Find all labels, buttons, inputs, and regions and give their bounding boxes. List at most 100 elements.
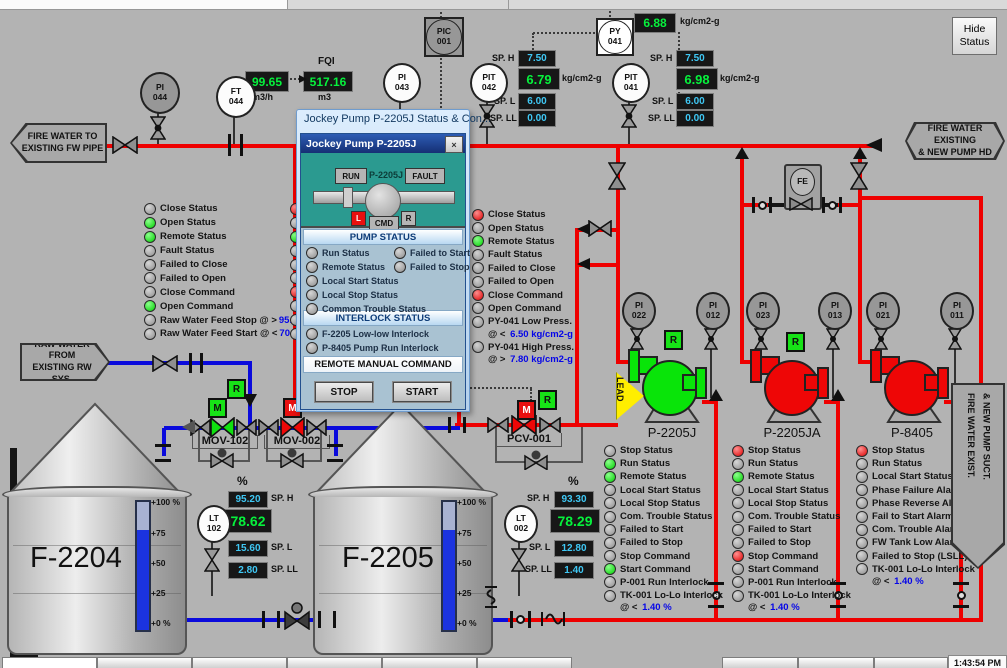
p2205j-status-list: Stop StatusRun StatusRemote StatusLocal … [604, 444, 730, 614]
pipe-right-header [860, 196, 983, 200]
gauge-tick-label: +75 [457, 528, 471, 538]
instrument-pic-001[interactable]: PIC 001 [424, 17, 464, 57]
sp-label: SP. LL [525, 564, 552, 574]
valve-icon[interactable] [608, 162, 626, 190]
instrument-ft-044[interactable]: FT 044 [216, 76, 256, 118]
flow-label-line: RAW WATER FROM [22, 339, 102, 362]
instrument-tag: 021 [876, 311, 890, 321]
status-row: Close Command [472, 288, 600, 301]
status-label: Open Command [488, 303, 561, 314]
percent-label: % [568, 474, 579, 488]
valve-icon[interactable] [850, 162, 868, 190]
valve-icon[interactable] [258, 419, 279, 436]
instrument-pi-012[interactable]: PI012 [696, 292, 730, 330]
flange-icon [318, 611, 336, 628]
status-lamp-gray [472, 222, 484, 234]
nav-button[interactable] [722, 657, 798, 668]
status-lamp-green [604, 458, 616, 470]
pv-value: 6.79 [526, 72, 551, 87]
py041-pressure-display: 6.88 [634, 13, 676, 33]
valve-icon[interactable] [236, 419, 257, 436]
sp-label: SP. H [527, 493, 549, 503]
nav-button[interactable] [287, 657, 382, 668]
instrument-pi-044[interactable]: PI 044 [140, 72, 180, 114]
valve-icon[interactable] [152, 355, 178, 372]
status-setpoint-value: 6.50 kg/cm2-g [510, 329, 573, 340]
hide-status-button[interactable]: Hide Status [952, 17, 997, 55]
popup-inner-window: Jockey Pump P-2205J × RUN P-2205J FAULT … [300, 133, 466, 410]
status-lamp-gray [732, 524, 744, 536]
instrument-pi-022[interactable]: PI022 [622, 292, 656, 330]
hmi-screen: Hide Status [0, 0, 1007, 668]
nav-button[interactable] [97, 657, 192, 668]
status-label: Local Stop Status [322, 290, 398, 300]
status-sublabel: @ < 1.40 % [872, 576, 982, 588]
signal-arrow [299, 75, 307, 83]
nav-button[interactable] [477, 657, 572, 668]
status-label: Failed to Stop [620, 537, 683, 548]
sp-value: 15.60 [235, 543, 260, 554]
status-label: P-8405 Pump Run Interlock [322, 343, 439, 353]
sp-low-display: 6.00 [518, 93, 556, 110]
status-lamp-gray [732, 563, 744, 575]
popup-pump-status-left: Run StatusRemote StatusLocal Start Statu… [306, 246, 398, 316]
nav-button[interactable] [874, 657, 948, 668]
pump-p2205j[interactable] [626, 348, 714, 424]
status-row: Local Stop Status [604, 497, 730, 510]
status-lamp-gray [732, 484, 744, 496]
valve-icon[interactable] [112, 136, 138, 154]
flow-label-line: & NEW PUMP SUCT. [980, 393, 992, 480]
status-lamp-gray [856, 497, 868, 509]
status-lamp-gray [306, 261, 318, 273]
instrument-pi-011[interactable]: PI011 [940, 292, 974, 330]
lt002-sp-low: 12.80 [554, 540, 594, 557]
instrument-tag: 001 [437, 37, 451, 47]
instrument-py-041[interactable]: PY 041 [596, 18, 634, 56]
instrument-pit-041[interactable]: PIT 041 [612, 63, 650, 103]
start-button[interactable]: START [393, 382, 451, 402]
status-lamp-gray [604, 576, 616, 588]
status-lamp-red [732, 445, 744, 457]
flange-icon [327, 444, 343, 462]
instrument-lt-102[interactable]: LT 102 [197, 505, 231, 543]
nav-button[interactable] [192, 657, 287, 668]
status-lamp-gray [144, 259, 156, 271]
status-lamp-gray [732, 590, 744, 602]
nav-button[interactable] [2, 657, 97, 668]
nav-button[interactable] [798, 657, 874, 668]
flow-arrow-left [182, 420, 195, 434]
f2205-level-gauge [441, 500, 457, 632]
nav-button[interactable] [382, 657, 477, 668]
pump-p2205ja[interactable] [748, 348, 836, 424]
instrument-tag: 043 [395, 83, 409, 93]
status-label: Remote Status [488, 236, 555, 247]
pump-p8405[interactable] [868, 348, 956, 424]
globe-valve-icon[interactable] [210, 448, 234, 468]
flow-label-line: EXISTING FW PIPE [22, 143, 104, 155]
globe-valve-icon[interactable] [524, 450, 548, 470]
status-lamp-gray [472, 302, 484, 314]
instrument-lt-002[interactable]: LT 002 [504, 505, 538, 543]
close-icon[interactable]: × [445, 136, 463, 153]
instrument-pit-042[interactable]: PIT 042 [470, 63, 508, 103]
hand-valve-icon[interactable] [284, 602, 310, 630]
stop-button[interactable]: STOP [315, 382, 373, 402]
instrument-tag: 102 [207, 524, 221, 534]
instrument-pi-023[interactable]: PI023 [746, 292, 780, 330]
pressure-unit: kg/cm2-g [720, 73, 760, 83]
mov-002-valve[interactable] [280, 417, 305, 438]
sp-value: 0.00 [685, 113, 704, 124]
flange-icon [448, 417, 466, 433]
valve-icon[interactable] [539, 417, 561, 433]
instrument-pi-013[interactable]: PI013 [818, 292, 852, 330]
mov-102-valve[interactable] [210, 417, 235, 438]
instrument-pi-043[interactable]: PI 043 [383, 63, 421, 103]
f2204-level-gauge [135, 500, 151, 632]
globe-valve-icon[interactable] [280, 448, 304, 468]
status-label: Failed to Open [160, 273, 226, 284]
instrument-tag: 022 [632, 311, 646, 321]
instrument-pi-021[interactable]: PI021 [866, 292, 900, 330]
popup-title-bar[interactable]: Jockey Pump P-2205J [301, 134, 465, 153]
status-label: Remote Status [748, 471, 815, 482]
sp-value: 7.50 [685, 53, 704, 64]
